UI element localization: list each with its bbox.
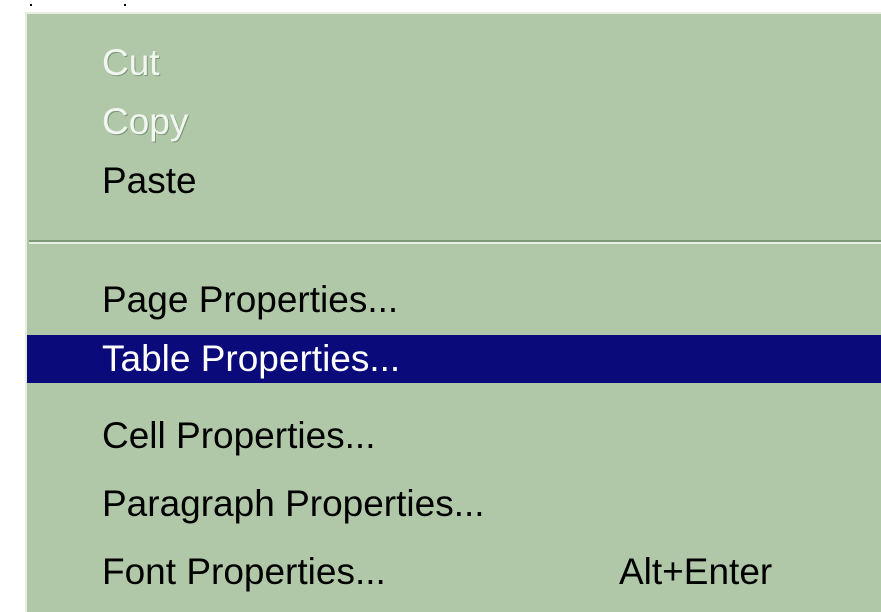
menu-item-copy[interactable]: Copy xyxy=(27,98,881,146)
menu-item-cell-properties[interactable]: Cell Properties... xyxy=(27,412,881,460)
menu-separator xyxy=(29,240,881,244)
menu-item-font-properties[interactable]: Font Properties... Alt+Enter xyxy=(27,548,881,596)
context-menu: Cut Copy Paste Page Properties... Table … xyxy=(25,12,881,612)
menu-item-label: Cell Properties... xyxy=(102,415,376,456)
menu-item-label: Paste xyxy=(102,160,197,201)
menu-item-paragraph-properties[interactable]: Paragraph Properties... xyxy=(27,480,881,528)
background-artifact xyxy=(124,4,126,6)
menu-item-label: Paragraph Properties... xyxy=(102,483,485,524)
screen: Cut Copy Paste Page Properties... Table … xyxy=(0,0,881,612)
menu-item-paste[interactable]: Paste xyxy=(27,157,881,205)
menu-item-page-properties[interactable]: Page Properties... xyxy=(27,276,881,324)
background-artifact xyxy=(30,4,32,6)
menu-item-label: Table Properties... xyxy=(102,338,401,379)
menu-item-cut[interactable]: Cut xyxy=(27,39,881,87)
menu-item-label: Font Properties... xyxy=(102,551,386,592)
menu-item-label: Cut xyxy=(102,42,160,83)
menu-item-shortcut: Alt+Enter xyxy=(619,551,773,592)
menu-item-label: Page Properties... xyxy=(102,279,399,320)
menu-item-label: Copy xyxy=(102,101,189,142)
menu-item-table-properties[interactable]: Table Properties... xyxy=(27,335,881,383)
